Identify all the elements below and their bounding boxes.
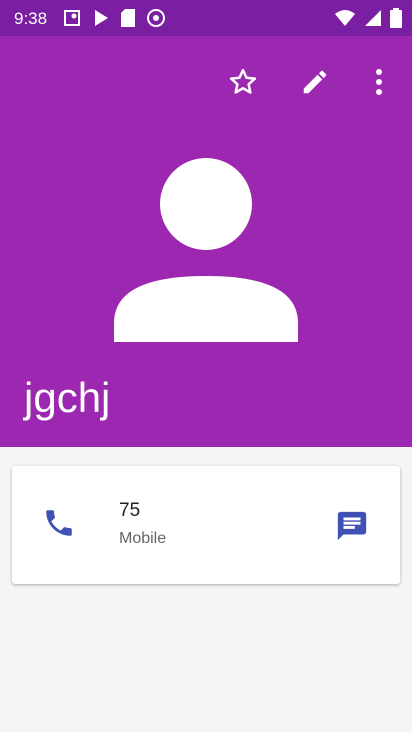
battery-icon (390, 8, 402, 28)
signal-icon (365, 10, 381, 26)
send-message-button[interactable] (330, 504, 374, 548)
play-icon (95, 10, 108, 26)
favorite-button[interactable] (221, 60, 265, 104)
sd-card-icon (121, 9, 135, 27)
phone-type: Mobile (119, 530, 167, 547)
sync-icon (147, 9, 165, 27)
more-options-button[interactable] (357, 60, 401, 104)
phone-card[interactable]: 75 Mobile (12, 466, 400, 584)
edit-icon (303, 70, 327, 94)
message-icon (337, 511, 367, 541)
status-bar: 9:38 (0, 0, 412, 36)
star-icon (229, 68, 257, 94)
status-time: 9:38 (14, 9, 48, 28)
phone-number[interactable]: 75 (119, 500, 140, 522)
contact-name: jgchj (24, 374, 111, 421)
maps-icon (64, 10, 80, 26)
notification-icons (62, 8, 166, 28)
avatar-icon (114, 158, 298, 342)
system-icons (334, 8, 402, 28)
edit-button[interactable] (293, 60, 337, 104)
contact-header: jgchj (0, 36, 412, 447)
phone-icon (46, 510, 72, 536)
wifi-icon (335, 10, 355, 26)
more-icon (376, 69, 382, 95)
